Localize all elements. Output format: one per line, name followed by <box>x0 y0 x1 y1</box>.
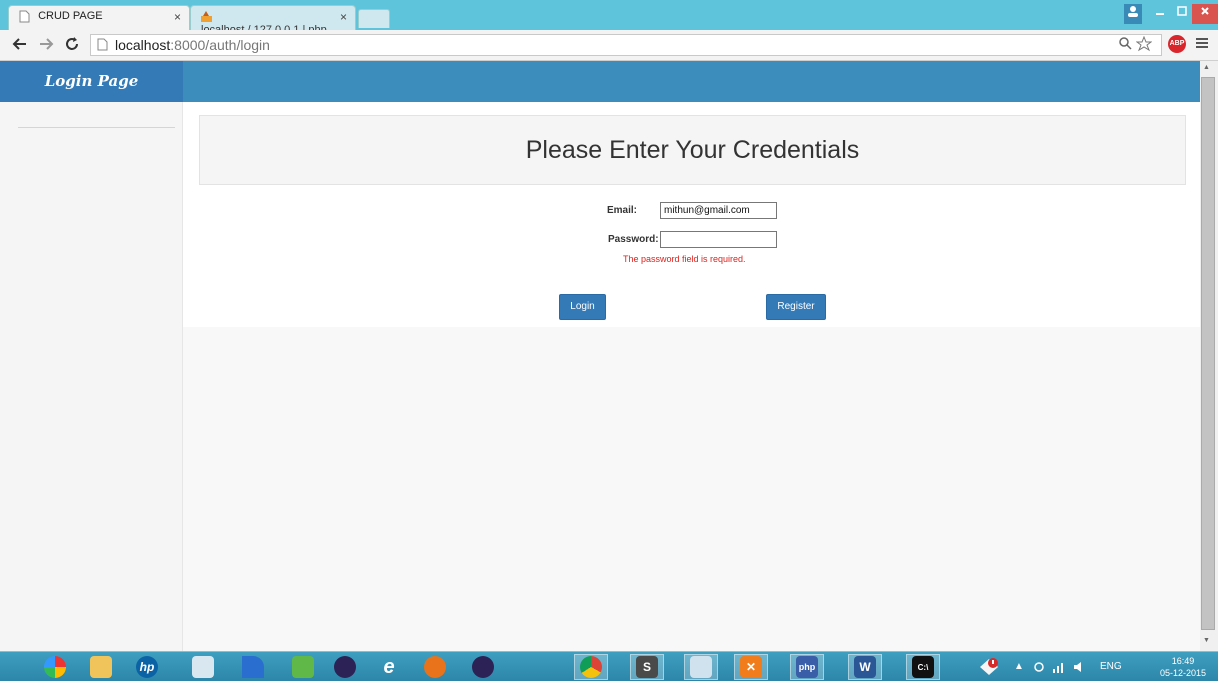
photos-icon[interactable] <box>684 654 718 680</box>
clock-time: 16:49 <box>1171 656 1195 666</box>
paint-icon[interactable] <box>186 654 220 680</box>
login-panel: Please Enter Your Credentials Email: Pas… <box>183 102 1200 327</box>
web-page: Login Page Please Enter Your Credentials… <box>0 61 1200 651</box>
xampp-icon[interactable]: ✕ <box>734 654 768 680</box>
browser-toolbar: localhost:8000/auth/login ABP <box>0 30 1218 61</box>
star-icon[interactable] <box>1136 36 1152 52</box>
tab-phpmyadmin[interactable]: localhost / 127.0.0.1 | php × <box>190 5 356 36</box>
top-navbar <box>183 61 1200 102</box>
network-icon[interactable] <box>1052 660 1066 674</box>
php-designer-icon[interactable]: php <box>790 654 824 680</box>
close-icon[interactable]: × <box>340 10 347 24</box>
scroll-up-icon[interactable]: ▲ <box>1203 64 1210 71</box>
user-icon[interactable] <box>1124 4 1142 24</box>
reload-icon[interactable] <box>64 36 80 52</box>
eclipse-icon[interactable] <box>328 654 362 680</box>
back-arrow-icon[interactable] <box>12 36 28 52</box>
register-button[interactable]: Register <box>766 294 826 320</box>
password-error: The password field is required. <box>623 254 746 264</box>
page-icon <box>97 38 108 51</box>
media-player-icon[interactable] <box>286 654 320 680</box>
address-bar[interactable]: localhost:8000/auth/login <box>90 34 1162 56</box>
url-host: localhost <box>115 37 171 53</box>
forward-arrow-icon[interactable] <box>38 36 54 52</box>
url-path: :8000/auth/login <box>170 37 270 53</box>
volume-icon[interactable] <box>1072 660 1086 674</box>
eclipse-2-icon[interactable] <box>466 654 500 680</box>
menu-icon[interactable] <box>1196 36 1208 50</box>
scroll-thumb[interactable] <box>1201 77 1215 630</box>
clock-date: 05-12-2015 <box>1160 668 1207 678</box>
clock[interactable]: 16:49 05-12-2015 <box>1160 655 1206 679</box>
content-background <box>183 327 1200 651</box>
chrome-icon[interactable] <box>574 654 608 680</box>
sync-icon[interactable] <box>1032 661 1046 673</box>
window-close-icon[interactable] <box>1192 4 1218 24</box>
hp-icon[interactable]: hp <box>130 654 164 680</box>
close-icon[interactable]: × <box>174 10 181 24</box>
minimize-icon[interactable] <box>1150 4 1170 24</box>
sublime-text-icon[interactable]: S <box>630 654 664 680</box>
page-icon <box>19 10 30 23</box>
windows-taskbar: hp e S ✕ php W C:\ ▲ ENG 16:49 05-12-201… <box>0 651 1218 681</box>
picasa-icon[interactable] <box>38 654 72 680</box>
cmd-icon[interactable]: C:\ <box>906 654 940 680</box>
sidebar <box>0 102 183 651</box>
page-scrollbar[interactable]: ▲ ▼ <box>1200 61 1218 651</box>
page-heading: Please Enter Your Credentials <box>199 115 1186 185</box>
login-button[interactable]: Login <box>559 294 606 320</box>
language-indicator[interactable]: ENG <box>1100 652 1122 682</box>
firefox-icon[interactable] <box>418 654 452 680</box>
tab-crud-page[interactable]: CRUD PAGE × <box>8 5 190 30</box>
file-explorer-icon[interactable] <box>84 654 118 680</box>
phpmyadmin-icon <box>201 11 212 22</box>
show-hidden-icons-icon[interactable]: ▲ <box>1014 652 1024 682</box>
sidebar-divider <box>18 127 175 128</box>
zoom-icon[interactable] <box>1118 36 1132 50</box>
email-field[interactable] <box>660 202 777 219</box>
tab-title: CRUD PAGE <box>38 10 103 22</box>
action-center-icon[interactable] <box>978 657 1000 677</box>
word-icon[interactable]: W <box>848 654 882 680</box>
browser-tab-bar: CRUD PAGE × localhost / 127.0.0.1 | php … <box>0 0 1218 36</box>
sidebar-title: Login Page <box>0 61 183 102</box>
password-field[interactable] <box>660 231 777 248</box>
adblock-icon[interactable]: ABP <box>1168 35 1186 53</box>
email-label: Email: <box>607 205 638 216</box>
password-label: Password: <box>608 234 659 245</box>
scroll-down-icon[interactable]: ▼ <box>1203 637 1210 644</box>
internet-explorer-icon[interactable]: e <box>372 654 406 680</box>
new-tab-button[interactable] <box>358 9 390 28</box>
dreamweaver-icon[interactable] <box>236 654 270 680</box>
restore-icon[interactable] <box>1172 4 1192 24</box>
